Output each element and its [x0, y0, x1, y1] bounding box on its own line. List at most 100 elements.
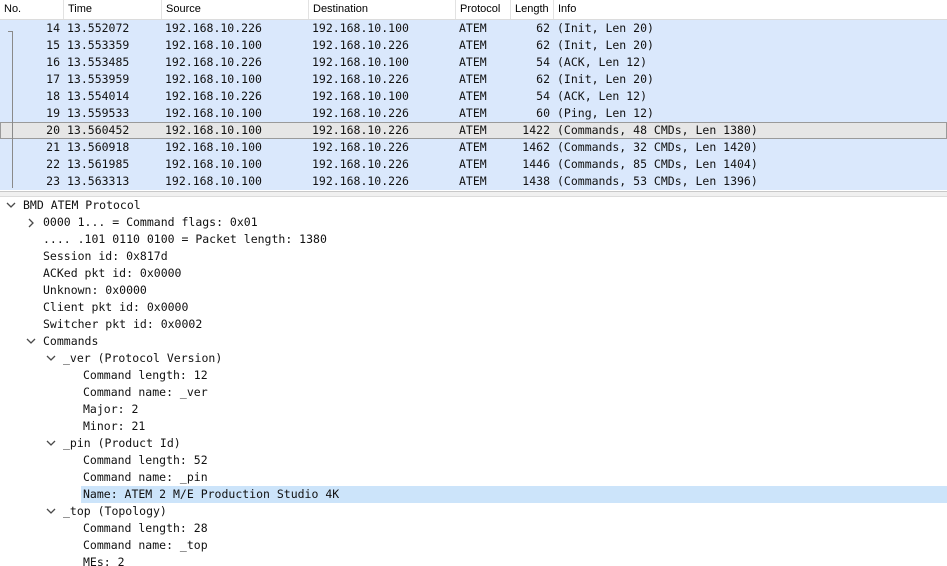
- packet-length: 60: [536, 106, 550, 120]
- packet-time: 13.561985: [67, 157, 130, 171]
- chevron-down-icon[interactable]: [46, 435, 58, 452]
- packet-source: 192.168.10.226: [165, 89, 262, 103]
- tree-item-selected[interactable]: Name: ATEM 2 M/E Production Studio 4K: [0, 486, 947, 503]
- column-header-time[interactable]: Time: [63, 0, 162, 19]
- tree-item-label: MEs: 2: [83, 555, 125, 566]
- packet-list[interactable]: No. Time Source Destination Protocol Len…: [0, 0, 947, 191]
- tree-item[interactable]: Command length: 52: [0, 452, 947, 469]
- tree-item[interactable]: Client pkt id: 0x0000: [0, 299, 947, 316]
- packet-source: 192.168.10.100: [165, 157, 262, 171]
- packet-destination: 192.168.10.226: [312, 38, 409, 52]
- packet-info: (ACK, Len 12): [557, 89, 648, 103]
- tree-item-label: Command name: _pin: [83, 470, 208, 484]
- column-header-length[interactable]: Length: [510, 0, 554, 19]
- tree-item-label: Minor: 21: [83, 419, 146, 433]
- packet-no: 16: [46, 55, 60, 69]
- tree-item[interactable]: Command length: 12: [0, 367, 947, 384]
- packet-source: 192.168.10.100: [165, 38, 262, 52]
- packet-protocol: ATEM: [459, 21, 487, 35]
- tree-item-label: ACKed pkt id: 0x0000: [43, 266, 182, 280]
- packet-details-tree[interactable]: BMD ATEM Protocol 0000 1... = Command fla…: [0, 197, 947, 566]
- tree-item-label: BMD ATEM Protocol: [23, 198, 141, 212]
- tree-item-label: Command length: 12: [83, 368, 208, 382]
- packet-row[interactable]: 21 13.560918 192.168.10.100 192.168.10.226 A…: [0, 139, 947, 156]
- chevron-down-icon[interactable]: [46, 350, 58, 367]
- tree-item[interactable]: Switcher pkt id: 0x0002: [0, 316, 947, 333]
- packet-row[interactable]: 23 13.563313 192.168.10.100 192.168.10.226 A…: [0, 173, 947, 190]
- packet-info: (Init, Len 20): [557, 38, 654, 52]
- packet-info: (Commands, 32 CMDs, Len 1420): [557, 140, 758, 154]
- packet-destination: 192.168.10.226: [312, 174, 409, 188]
- packet-length: 54: [536, 55, 550, 69]
- packet-length: 1462: [522, 140, 550, 154]
- packet-time: 13.554014: [67, 89, 130, 103]
- column-header-destination[interactable]: Destination: [308, 0, 456, 19]
- tree-item[interactable]: Command name: _ver: [0, 384, 947, 401]
- chevron-down-icon[interactable]: [46, 503, 58, 520]
- tree-item-label: Switcher pkt id: 0x0002: [43, 317, 203, 331]
- packet-info: (ACK, Len 12): [557, 55, 648, 69]
- tree-item[interactable]: Minor: 21: [0, 418, 947, 435]
- tree-item[interactable]: Command name: _top: [0, 537, 947, 554]
- packet-row[interactable]: 15 13.553359 192.168.10.100 192.168.10.226 A…: [0, 37, 947, 54]
- packet-no: 23: [46, 174, 60, 188]
- packet-no: 22: [46, 157, 60, 171]
- tree-item[interactable]: 0000 1... = Command flags: 0x01: [0, 214, 947, 231]
- packet-info: (Init, Len 20): [557, 21, 654, 35]
- packet-length: 62: [536, 21, 550, 35]
- tree-item[interactable]: ACKed pkt id: 0x0000: [0, 265, 947, 282]
- tree-item-label: _pin (Product Id): [63, 436, 181, 450]
- packet-row[interactable]: 17 13.553959 192.168.10.100 192.168.10.226 A…: [0, 71, 947, 88]
- packet-info: (Ping, Len 12): [557, 106, 654, 120]
- column-header-source[interactable]: Source: [161, 0, 309, 19]
- tree-item[interactable]: _pin (Product Id): [0, 435, 947, 452]
- packet-no: 15: [46, 38, 60, 52]
- tree-item[interactable]: BMD ATEM Protocol: [0, 197, 947, 214]
- packet-row-selected[interactable]: 20 13.560452 192.168.10.100 192.168.10.226 A…: [0, 122, 947, 139]
- packet-time: 13.553359: [67, 38, 130, 52]
- packet-source: 192.168.10.226: [165, 55, 262, 69]
- column-header-info[interactable]: Info: [553, 0, 947, 19]
- packet-no: 18: [46, 89, 60, 103]
- tree-item-label: Unknown: 0x0000: [43, 283, 147, 297]
- packet-time: 13.563313: [67, 174, 130, 188]
- tree-item-label: _top (Topology): [63, 504, 167, 518]
- column-header-no[interactable]: No.: [0, 0, 64, 19]
- tree-item[interactable]: Command length: 28: [0, 520, 947, 537]
- packet-length: 1446: [522, 157, 550, 171]
- tree-item[interactable]: Commands: [0, 333, 947, 350]
- packet-time: 13.560452: [67, 123, 130, 137]
- tree-item[interactable]: MEs: 2: [0, 554, 947, 566]
- packet-time: 13.552072: [67, 21, 130, 35]
- tree-item-label: Command length: 28: [83, 521, 208, 535]
- packet-protocol: ATEM: [459, 72, 487, 86]
- packet-protocol: ATEM: [459, 38, 487, 52]
- packet-time: 13.560918: [67, 140, 130, 154]
- tree-item-label: Client pkt id: 0x0000: [43, 300, 189, 314]
- packet-source: 192.168.10.226: [165, 21, 262, 35]
- packet-protocol: ATEM: [459, 89, 487, 103]
- packet-protocol: ATEM: [459, 157, 487, 171]
- packet-protocol: ATEM: [459, 55, 487, 69]
- tree-item[interactable]: Major: 2: [0, 401, 947, 418]
- tree-item[interactable]: _ver (Protocol Version): [0, 350, 947, 367]
- packet-row[interactable]: 16 13.553485 192.168.10.226 192.168.10.100 A…: [0, 54, 947, 71]
- chevron-down-icon[interactable]: [26, 333, 38, 350]
- packet-info: (Init, Len 20): [557, 72, 654, 86]
- packet-protocol: ATEM: [459, 106, 487, 120]
- tree-item[interactable]: Unknown: 0x0000: [0, 282, 947, 299]
- tree-item[interactable]: Session id: 0x817d: [0, 248, 947, 265]
- packet-row[interactable]: 19 13.559533 192.168.10.100 192.168.10.226 A…: [0, 105, 947, 122]
- packet-source: 192.168.10.100: [165, 140, 262, 154]
- tree-item[interactable]: .... .101 0110 0100 = Packet length: 138…: [0, 231, 947, 248]
- packet-row[interactable]: 22 13.561985 192.168.10.100 192.168.10.226 A…: [0, 156, 947, 173]
- tree-item[interactable]: Command name: _pin: [0, 469, 947, 486]
- tree-item-label: Command length: 52: [83, 453, 208, 467]
- packet-row[interactable]: 14 13.552072 192.168.10.226 192.168.10.100 A…: [0, 20, 947, 37]
- packet-destination: 192.168.10.100: [312, 89, 409, 103]
- chevron-right-icon[interactable]: [26, 214, 38, 231]
- tree-item[interactable]: _top (Topology): [0, 503, 947, 520]
- chevron-down-icon[interactable]: [6, 197, 18, 214]
- column-header-protocol[interactable]: Protocol: [455, 0, 511, 19]
- packet-row[interactable]: 18 13.554014 192.168.10.226 192.168.10.100 A…: [0, 88, 947, 105]
